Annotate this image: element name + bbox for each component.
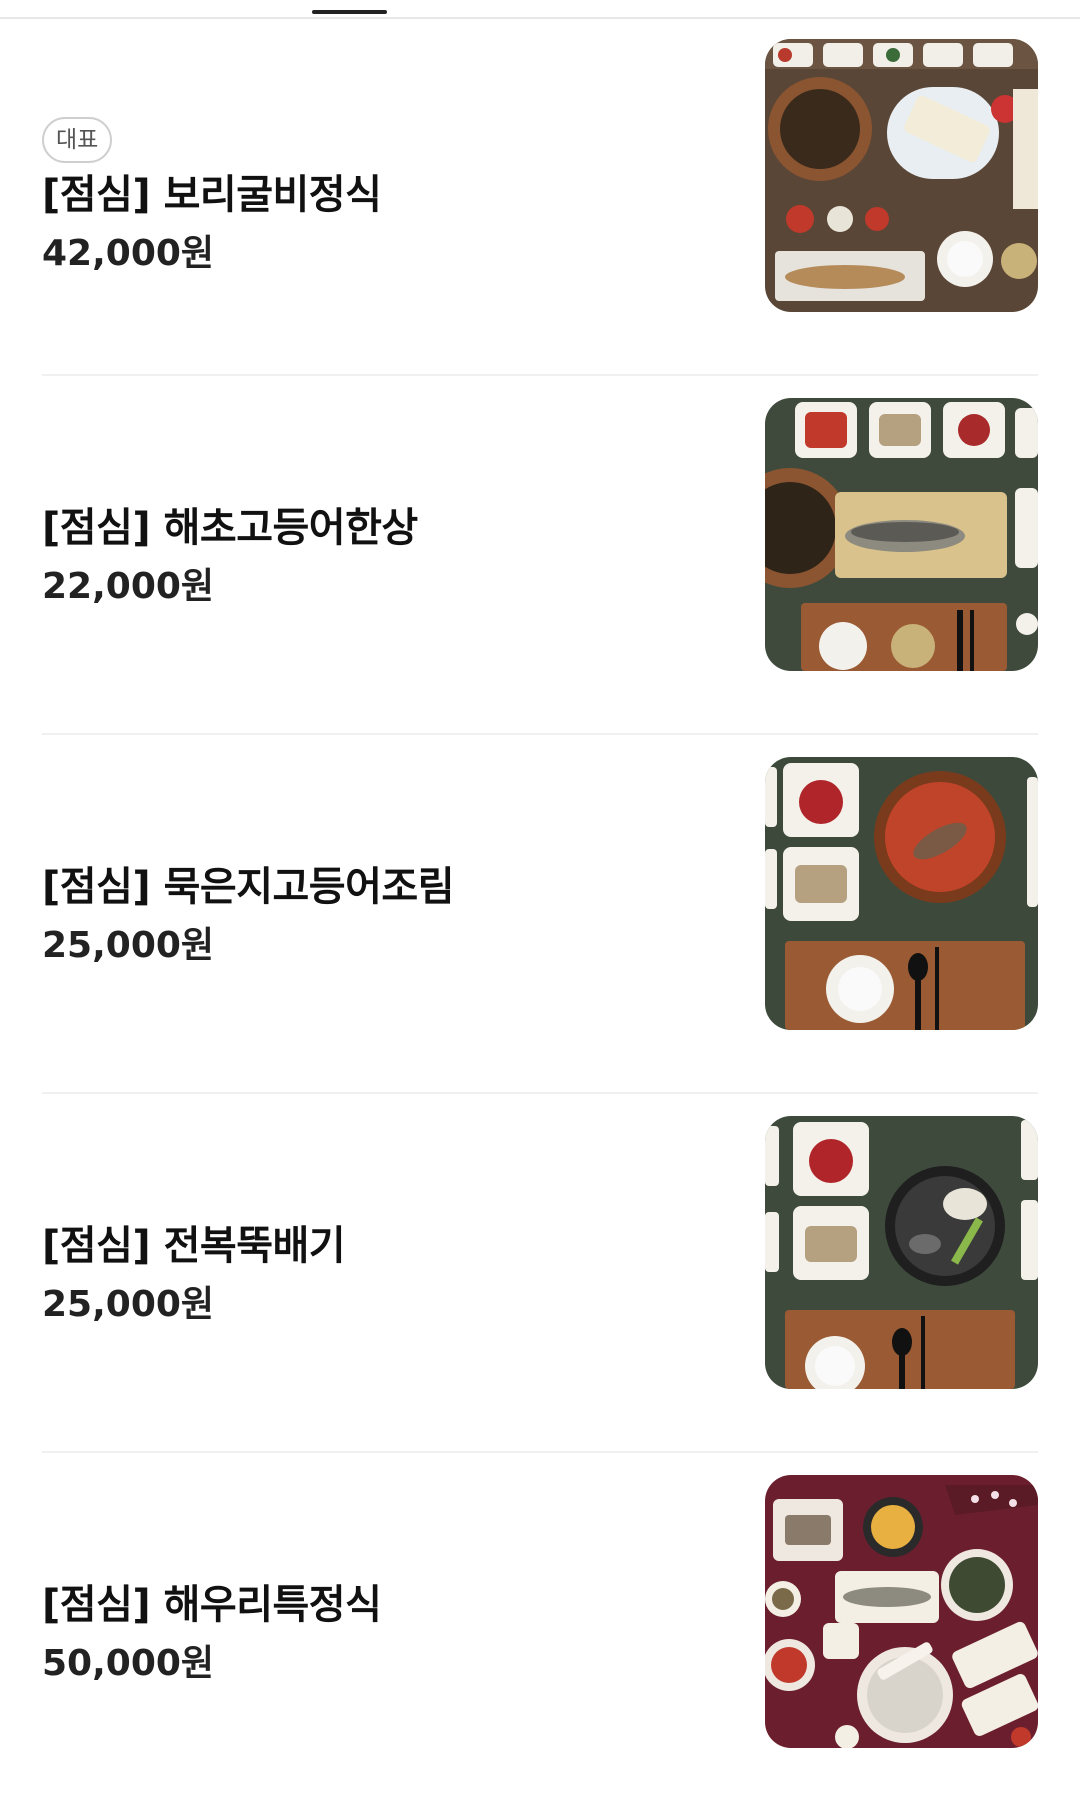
menu-item-photo[interactable]: [765, 1116, 1038, 1389]
menu-item-price: 50,000원: [42, 1642, 215, 1684]
menu-item-price: 25,000원: [42, 924, 215, 966]
food-photo-icon: [765, 39, 1038, 312]
menu-item-info: [점심] 전복뚝배기 25,000원: [42, 1094, 682, 1453]
menu-item-name: [점심] 해초고등어한상: [42, 504, 418, 551]
menu-item-info: 대표 [점심] 보리굴비정식 42,000원: [42, 17, 682, 376]
menu-item[interactable]: [점심] 묵은지고등어조림 25,000원: [0, 735, 1080, 1094]
food-photo-icon: [765, 1116, 1038, 1389]
active-tab-indicator: [312, 10, 387, 14]
menu-item-photo[interactable]: [765, 39, 1038, 312]
menu-item-name: [점심] 해우리특정식: [42, 1581, 382, 1628]
menu-item[interactable]: 대표 [점심] 보리굴비정식 42,000원: [0, 17, 1080, 376]
menu-item[interactable]: [점심] 해초고등어한상 22,000원: [0, 376, 1080, 735]
menu-item-photo[interactable]: [765, 398, 1038, 671]
menu-item-photo[interactable]: [765, 1475, 1038, 1748]
menu-item-name: [점심] 전복뚝배기: [42, 1222, 346, 1269]
food-photo-icon: [765, 398, 1038, 671]
menu-item-info: [점심] 해초고등어한상 22,000원: [42, 376, 682, 735]
menu-item-price: 42,000원: [42, 232, 215, 274]
menu-item[interactable]: [점심] 해우리특정식 50,000원: [0, 1453, 1080, 1812]
menu-list: 대표 [점심] 보리굴비정식 42,000원 [점심] 해초고등어한상 22,0…: [0, 17, 1080, 1812]
menu-item[interactable]: [점심] 전복뚝배기 25,000원: [0, 1094, 1080, 1453]
menu-item-photo[interactable]: [765, 757, 1038, 1030]
food-photo-icon: [765, 757, 1038, 1030]
menu-item-info: [점심] 해우리특정식 50,000원: [42, 1453, 682, 1812]
menu-item-info: [점심] 묵은지고등어조림 25,000원: [42, 735, 682, 1094]
food-photo-icon: [765, 1475, 1038, 1748]
menu-item-price: 22,000원: [42, 565, 215, 607]
menu-item-name: [점심] 보리굴비정식: [42, 171, 382, 218]
menu-item-price: 25,000원: [42, 1283, 215, 1325]
signature-badge: 대표: [42, 116, 113, 163]
menu-item-name: [점심] 묵은지고등어조림: [42, 863, 455, 910]
